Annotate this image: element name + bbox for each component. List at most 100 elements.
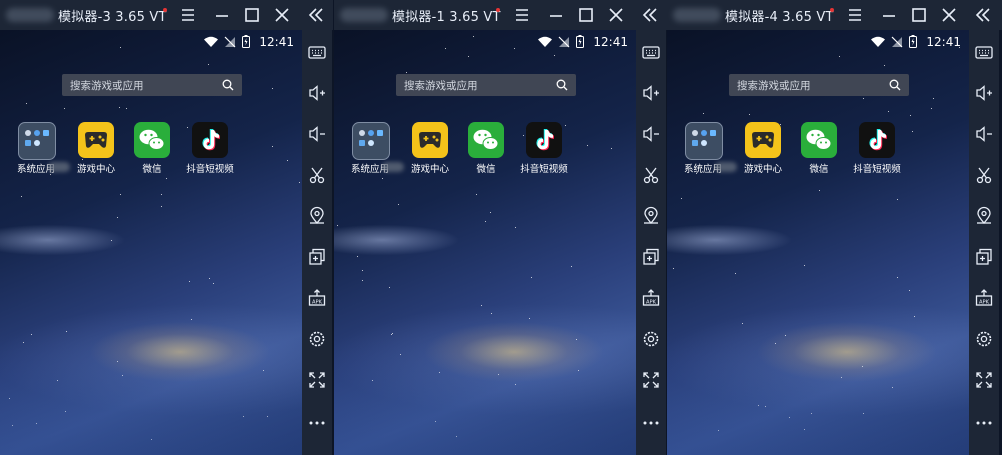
star xyxy=(718,430,720,432)
star xyxy=(356,255,358,257)
star xyxy=(190,318,192,320)
fullscreen-icon[interactable] xyxy=(307,370,327,390)
close-icon[interactable] xyxy=(272,5,292,25)
emulator-toolbar: APK xyxy=(636,30,666,455)
minimize-icon[interactable] xyxy=(546,5,566,25)
location-icon[interactable] xyxy=(974,206,994,226)
star xyxy=(468,55,470,57)
location-icon[interactable] xyxy=(307,206,327,226)
star xyxy=(490,312,492,314)
star xyxy=(913,315,915,317)
title-redacted-prefix xyxy=(340,8,388,22)
menu-icon[interactable] xyxy=(512,5,532,25)
system-apps-folder-icon xyxy=(685,122,723,160)
star xyxy=(775,343,777,345)
menu-icon[interactable] xyxy=(178,5,198,25)
keyboard-icon[interactable] xyxy=(307,42,327,62)
status-clock: 12:41 xyxy=(926,35,961,49)
keyboard-icon[interactable] xyxy=(974,42,994,62)
star xyxy=(399,354,401,356)
fullscreen-icon[interactable] xyxy=(974,370,994,390)
title-bar[interactable]: 模拟器-4 3.65 VT xyxy=(667,0,1002,30)
status-bar: 12:41 xyxy=(538,35,628,49)
star xyxy=(456,435,457,437)
volume-up-icon[interactable] xyxy=(307,83,327,103)
android-home-screen[interactable]: 12:41 搜索游戏或应用 系统应用 游戏中心 微信 抖音短视频 xyxy=(667,30,969,455)
volume-down-icon[interactable] xyxy=(641,124,661,144)
battery-icon xyxy=(242,35,250,48)
settings-icon[interactable] xyxy=(307,329,327,349)
multi-instance-icon[interactable] xyxy=(974,247,994,267)
search-icon[interactable] xyxy=(556,79,568,91)
close-icon[interactable] xyxy=(939,5,959,25)
maximize-icon[interactable] xyxy=(576,5,596,25)
search-input[interactable]: 搜索游戏或应用 xyxy=(396,74,576,96)
star xyxy=(909,289,911,291)
title-bar[interactable]: 模拟器-3 3.65 VT xyxy=(0,0,333,30)
collapse-sidebar-icon[interactable] xyxy=(638,5,662,25)
emulator-window-emu-1: 模拟器-1 3.65 VT 12:41 搜索游戏或应用 系统应用 游戏中心 微信… xyxy=(334,0,667,455)
emulator-window-emu-4: 模拟器-4 3.65 VT 12:41 搜索游戏或应用 系统应用 游戏中心 微信… xyxy=(667,0,1002,455)
star xyxy=(481,304,483,306)
more-icon[interactable] xyxy=(641,413,661,433)
install-apk-icon[interactable]: APK xyxy=(641,288,661,308)
screenshot-scissors-icon[interactable] xyxy=(641,165,661,185)
star xyxy=(513,48,515,50)
search-placeholder: 搜索游戏或应用 xyxy=(70,80,144,92)
location-icon[interactable] xyxy=(641,206,661,226)
star xyxy=(11,425,13,426)
keyboard-icon[interactable] xyxy=(641,42,661,62)
star xyxy=(207,64,209,66)
star xyxy=(271,88,273,90)
star xyxy=(160,194,162,196)
android-home-screen[interactable]: 12:41 搜索游戏或应用 系统应用 游戏中心 微信 抖音短视频 xyxy=(334,30,636,455)
screenshot-scissors-icon[interactable] xyxy=(307,165,327,185)
menu-icon[interactable] xyxy=(845,5,865,25)
status-bar: 12:41 xyxy=(871,35,961,49)
star xyxy=(361,269,363,271)
minimize-icon[interactable] xyxy=(879,5,899,25)
minimize-icon[interactable] xyxy=(212,5,232,25)
more-icon[interactable] xyxy=(307,413,327,433)
maximize-icon[interactable] xyxy=(242,5,262,25)
title-bar[interactable]: 模拟器-1 3.65 VT xyxy=(334,0,667,30)
settings-icon[interactable] xyxy=(974,329,994,349)
install-apk-icon[interactable]: APK xyxy=(307,288,327,308)
maximize-icon[interactable] xyxy=(909,5,929,25)
screenshot-scissors-icon[interactable] xyxy=(974,165,994,185)
star xyxy=(863,98,864,100)
app-tiktok[interactable]: 抖音短视频 xyxy=(182,122,238,175)
emulator-toolbar: APK xyxy=(302,30,332,455)
star xyxy=(25,103,27,104)
volume-down-icon[interactable] xyxy=(974,124,994,144)
app-label: 抖音短视频 xyxy=(853,164,901,175)
star xyxy=(514,383,516,385)
collapse-sidebar-icon[interactable] xyxy=(971,5,995,25)
close-icon[interactable] xyxy=(606,5,626,25)
fullscreen-icon[interactable] xyxy=(641,370,661,390)
app-tiktok[interactable]: 抖音短视频 xyxy=(516,122,572,175)
game-center-icon xyxy=(412,122,448,158)
star xyxy=(336,225,338,226)
install-apk-icon[interactable]: APK xyxy=(974,288,994,308)
star xyxy=(892,386,894,388)
game-center-icon xyxy=(78,122,114,158)
search-input[interactable]: 搜索游戏或应用 xyxy=(62,74,242,96)
multi-instance-icon[interactable] xyxy=(307,247,327,267)
multi-instance-icon[interactable] xyxy=(641,247,661,267)
search-input[interactable]: 搜索游戏或应用 xyxy=(729,74,909,96)
app-label: 抖音短视频 xyxy=(520,164,568,175)
star xyxy=(764,405,766,407)
wechat-icon xyxy=(468,122,504,158)
search-icon[interactable] xyxy=(222,79,234,91)
search-icon[interactable] xyxy=(889,79,901,91)
app-tiktok[interactable]: 抖音短视频 xyxy=(849,122,905,175)
collapse-sidebar-icon[interactable] xyxy=(304,5,328,25)
more-icon[interactable] xyxy=(974,413,994,433)
android-home-screen[interactable]: 12:41 搜索游戏或应用 系统应用 游戏中心 微信 抖音短视频 xyxy=(0,30,302,455)
volume-down-icon[interactable] xyxy=(307,124,327,144)
volume-up-icon[interactable] xyxy=(974,83,994,103)
settings-icon[interactable] xyxy=(641,329,661,349)
volume-up-icon[interactable] xyxy=(641,83,661,103)
wechat-icon xyxy=(801,122,837,158)
